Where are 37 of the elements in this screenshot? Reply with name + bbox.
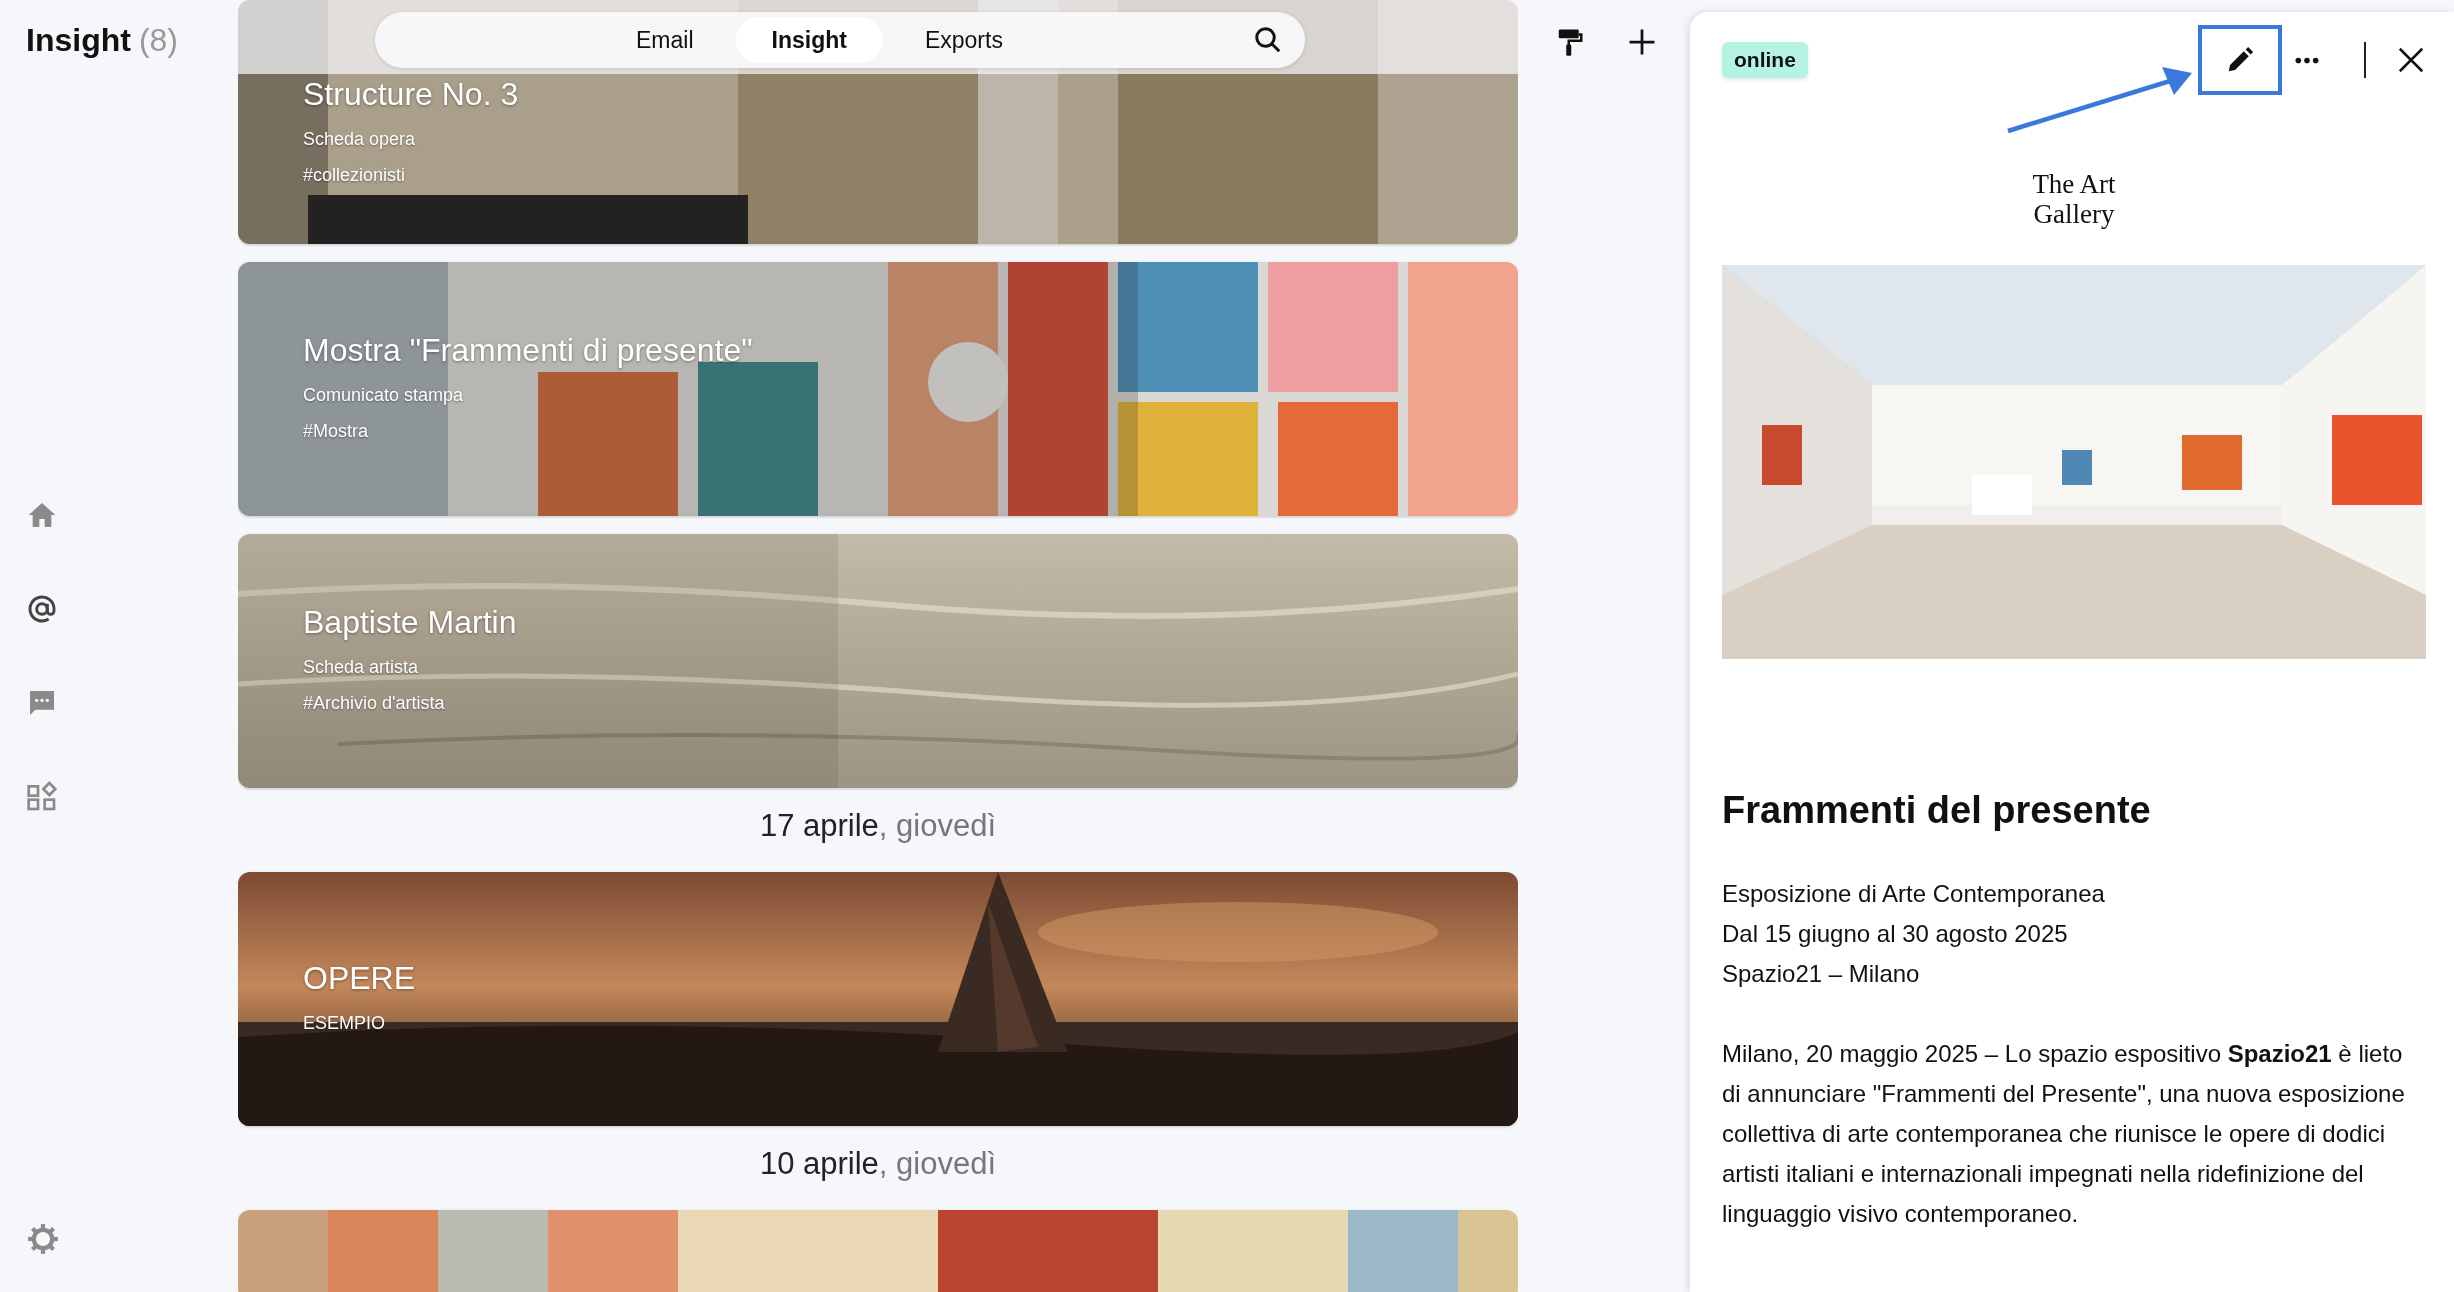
article-paragraph: Milano, 20 maggio 2025 – Lo spazio espositivo Spazio21 è lieto di annunciare "Frammenti del Presente", una nuova esposizione collettiva di arte contemporanea che riunisce le opere di dodici artisti italiani e internazionali impegnati nella ridefinizione del linguaggio visivo contemporaneo. bbox=[1722, 1039, 2406, 1229]
search-icon[interactable] bbox=[1253, 25, 1283, 55]
weekday-label: , giovedì bbox=[878, 1146, 997, 1182]
card-subtitle: Scheda opera bbox=[303, 128, 416, 151]
info-line: Dal 15 giugno al 30 agosto 2025 bbox=[1722, 919, 2069, 949]
card-title: Structure No. 3 bbox=[303, 75, 519, 114]
card-title: Mostra "Frammenti di presente" bbox=[303, 331, 753, 370]
info-line: Esposizione di Arte Contemporanea bbox=[1722, 879, 2106, 909]
feed-card[interactable]: Baptiste Martin Scheda artista #Archivio d'artista bbox=[238, 534, 1518, 788]
feed-card[interactable]: OPERE ESEMPIO bbox=[238, 872, 1518, 1126]
card-subtitle: Scheda artista bbox=[303, 656, 419, 679]
date-heading: 17 aprile bbox=[759, 808, 879, 844]
card-subtitle: Comunicato stampa bbox=[303, 384, 464, 407]
gallery-logo: The Art Gallery bbox=[2032, 169, 2116, 229]
card-title: Baptiste Martin bbox=[303, 603, 517, 642]
card-title: OPERE bbox=[303, 959, 416, 998]
article-title: Frammenti del presente bbox=[1722, 789, 2152, 832]
settings-icon[interactable] bbox=[26, 1222, 60, 1256]
nav-tab[interactable]: Insight bbox=[735, 17, 883, 63]
card-tag[interactable]: #collezionisti bbox=[303, 157, 406, 193]
nav-tab[interactable]: Email bbox=[600, 17, 730, 63]
item-count: (8) bbox=[138, 22, 178, 59]
status-badge: online bbox=[1722, 42, 1808, 78]
feed-card[interactable]: Mostra "Frammenti di presente" Comunicato stampa #Mostra bbox=[238, 262, 1518, 516]
card-tag[interactable]: #Archivio d'artista bbox=[303, 685, 445, 721]
more-icon[interactable] bbox=[2294, 55, 2320, 65]
close-icon[interactable] bbox=[2396, 45, 2426, 75]
weekday-label: , giovedì bbox=[878, 808, 997, 844]
add-icon[interactable] bbox=[1627, 27, 1657, 57]
card-tag[interactable]: #Mostra bbox=[303, 413, 369, 449]
info-line: Spazio21 – Milano bbox=[1722, 959, 1921, 989]
date-heading: 10 aprile bbox=[759, 1146, 879, 1182]
nav-tab[interactable]: Exports bbox=[888, 17, 1039, 63]
apps-icon[interactable] bbox=[26, 781, 58, 813]
at-sign-icon[interactable] bbox=[26, 593, 58, 625]
card-subtitle: ESEMPIO bbox=[303, 1012, 386, 1035]
app-title: Insight bbox=[26, 22, 131, 59]
